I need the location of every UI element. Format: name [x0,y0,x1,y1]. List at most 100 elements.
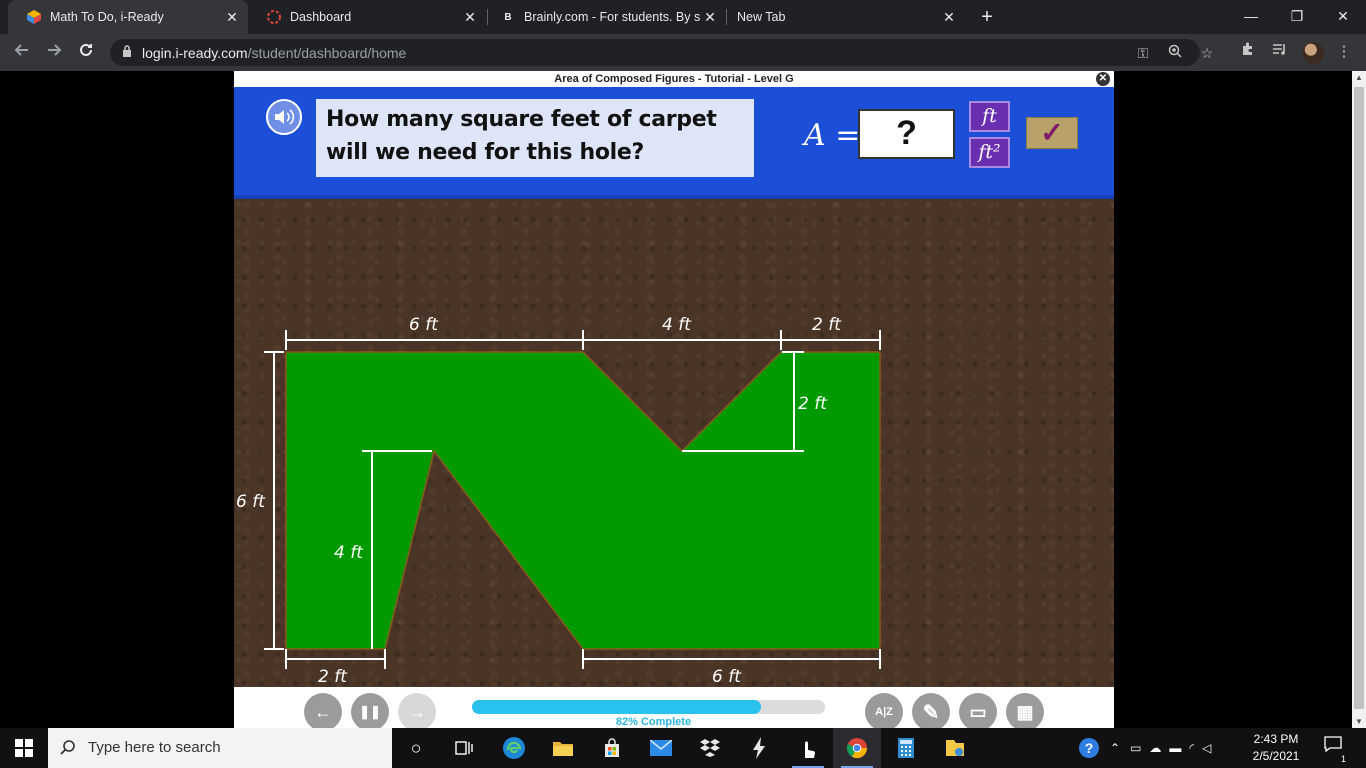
tab-dashboard[interactable]: Dashboard ✕ [248,0,486,34]
label-bottom-right: 6 ft [712,667,742,687]
carpet-hole-shape [285,351,881,650]
tab-label: New Tab [737,10,786,24]
bolt-app-icon[interactable] [735,728,783,768]
scroll-thumb[interactable] [1354,87,1364,709]
cortana-icon[interactable]: ○ [392,728,440,768]
scroll-down-icon[interactable]: ▼ [1355,717,1363,726]
task-view-icon[interactable] [440,728,488,768]
glossary-icon[interactable]: A|Z [865,693,903,728]
pause-button[interactable]: ❚❚ [351,693,389,728]
back-arrow-icon[interactable] [9,40,35,66]
chrome-icon[interactable] [833,728,881,768]
store-icon[interactable] [588,728,636,768]
scroll-up-icon[interactable]: ▲ [1355,73,1363,82]
close-tab-icon[interactable]: ✕ [222,9,242,26]
volume-icon[interactable]: ◁ [1202,741,1211,755]
file-explorer-icon[interactable] [539,728,587,768]
browser-tab-strip: Math To Do, i-Ready ✕ Dashboard ✕ B Brai… [0,0,1366,34]
tab-math-to-do[interactable]: Math To Do, i-Ready ✕ [8,0,248,34]
area-equation-label: A = [804,118,861,153]
notepad-icon[interactable]: ▭ [959,693,997,728]
unit-ft-button[interactable]: ft [969,101,1010,132]
composed-figure: 6 ft 4 ft 2 ft 2 ft 6 ft 4 ft 2 ft 6 ft [236,315,881,687]
new-tab-button[interactable]: + [976,6,998,28]
dirt-background: 6 ft 4 ft 2 ft 2 ft 6 ft 4 ft 2 ft 6 ft [234,199,1114,687]
calculator-icon[interactable]: ▦ [1006,693,1044,728]
menu-kebab-icon[interactable]: ⋮ [1333,41,1355,63]
clock-date: 2/5/2021 [1252,749,1300,763]
taskbar-search-input[interactable]: Type here to search [48,728,392,768]
tab-new-tab[interactable]: New Tab ✕ [727,0,965,34]
key-icon[interactable]: ⚿ [1132,42,1154,64]
lesson-title-text: Area of Composed Figures - Tutorial - Le… [554,73,794,85]
edge-icon[interactable] [490,728,538,768]
tab-brainly[interactable]: B Brainly.com - For students. By stu ✕ [488,0,726,34]
question-text: How many square feet of carpet will we n… [316,99,754,177]
svg-text:?: ? [1085,740,1094,756]
answer-input[interactable]: ? [858,109,955,159]
url-host: login.i-ready.com [142,45,248,61]
close-tab-icon[interactable]: ✕ [700,9,720,26]
label-notch-depth: 2 ft [798,394,828,414]
speaker-icon[interactable] [266,99,302,135]
mail-icon[interactable] [637,728,685,768]
help-icon[interactable]: ? [1078,737,1100,759]
url-path: /student/dashboard/home [247,45,407,61]
dropbox-icon[interactable] [686,728,734,768]
minimize-button[interactable]: — [1228,0,1274,32]
label-top-left: 6 ft [409,315,439,335]
notification-count: 1 [1340,754,1346,764]
close-lesson-icon[interactable]: ✕ [1096,72,1110,86]
progress-fill [472,700,762,714]
forward-arrow-icon[interactable] [41,40,67,66]
onedrive-cloud-icon[interactable]: ☁ [1149,741,1161,755]
brainly-favicon-icon: B [504,11,512,23]
label-bottom-left: 2 ft [318,667,348,687]
unit-ft-squared-button[interactable]: ft² [969,137,1010,168]
label-inner-height: 4 ft [334,543,364,563]
label-top-mid: 4 ft [662,315,692,335]
tab-label: Brainly.com - For students. By stu [524,10,700,24]
profile-avatar[interactable] [1302,42,1324,64]
lock-icon [123,45,131,57]
tab-label: Dashboard [290,10,352,24]
extensions-puzzle-icon[interactable] [1237,41,1259,63]
wifi-icon[interactable]: ◜ [1189,741,1194,755]
close-tab-icon[interactable]: ✕ [460,9,480,26]
reload-icon[interactable] [73,40,99,66]
windows-taskbar: Type here to search ○ ? ⌃ ▭ ☁ ▬ ◜ ◁ 2:43… [0,728,1366,768]
media-control-icon[interactable] [1268,41,1290,63]
page-scrollbar[interactable]: ▲ ▼ [1352,71,1366,728]
lesson-title: Area of Composed Figures - Tutorial - Le… [234,71,1114,87]
dashboard-favicon-icon [266,9,282,25]
taskbar-clock[interactable]: 2:43 PM 2/5/2021 [1244,731,1308,765]
pencil-icon[interactable]: ✎ [912,693,950,728]
maximize-button[interactable]: ❐ [1274,0,1320,32]
address-bar[interactable]: login.i-ready.com/student/dashboard/home… [110,39,1213,66]
progress-label: 82% Complete [615,716,692,728]
search-icon [60,740,75,755]
search-placeholder: Type here to search [88,739,221,756]
label-left-height: 6 ft [236,492,266,512]
notification-center-icon[interactable]: 1 [1320,736,1346,764]
submit-check-button[interactable]: ✓ [1026,117,1078,149]
battery-icon[interactable]: ▬ [1169,741,1181,755]
tab-label: Math To Do, i-Ready [50,10,164,24]
zoom-icon[interactable] [1164,42,1186,64]
back-arrow-button[interactable]: ← [304,693,342,728]
progress-bar [472,700,825,714]
files-app-icon[interactable] [931,728,979,768]
screen: Math To Do, i-Ready ✕ Dashboard ✕ B Brai… [0,0,1366,768]
bookmark-star-icon[interactable]: ☆ [1196,42,1218,64]
question-bar: How many square feet of carpet will we n… [234,87,1114,199]
label-top-right: 2 ft [812,315,842,335]
url-text: login.i-ready.com/student/dashboard/home [142,45,406,61]
close-tab-icon[interactable]: ✕ [939,9,959,26]
forward-arrow-button[interactable]: → [398,693,436,728]
tray-expand-icon[interactable]: ⌃ [1110,741,1120,755]
calculator-app-icon[interactable] [882,728,930,768]
close-window-button[interactable]: ✕ [1320,0,1366,32]
touch-app-icon[interactable] [784,728,832,768]
windows-start-icon[interactable] [0,728,48,768]
meet-now-icon[interactable]: ▭ [1130,741,1141,755]
